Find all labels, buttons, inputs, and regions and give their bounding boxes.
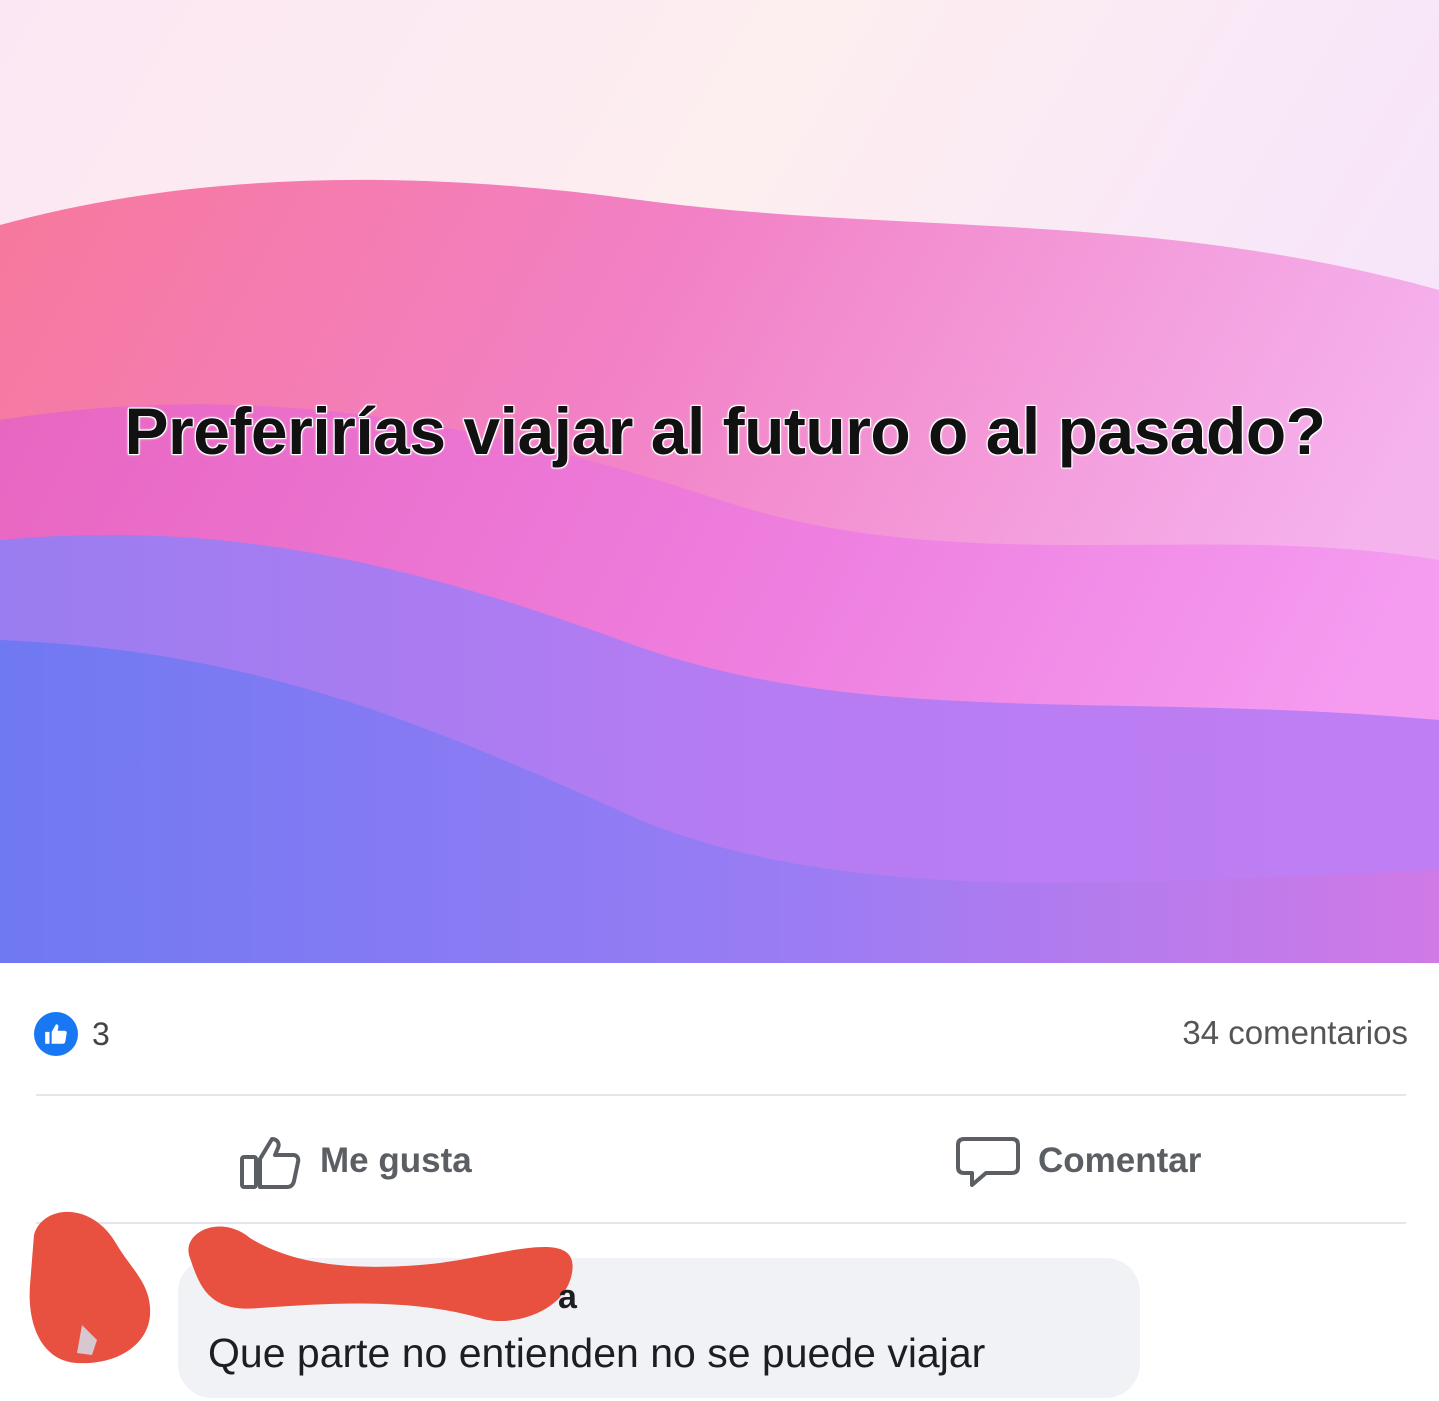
reactions-summary: 3 34 comentarios bbox=[34, 1008, 1408, 1058]
comment-text: Que parte no entienden no se puede viaja… bbox=[208, 1330, 986, 1376]
like-button[interactable]: Me gusta bbox=[238, 1128, 472, 1194]
comment-author-redacted[interactable]: a bbox=[180, 1218, 580, 1338]
redacted-avatar-icon bbox=[29, 1211, 151, 1364]
divider bbox=[36, 1094, 1406, 1096]
post-question-text: Preferirías viajar al futuro o al pasado… bbox=[124, 394, 1326, 468]
redaction-mark: a bbox=[188, 1226, 578, 1321]
comments-count-link[interactable]: 34 comentarios bbox=[1182, 1014, 1408, 1052]
thumbs-up-icon[interactable] bbox=[34, 1012, 78, 1056]
speech-bubble-icon bbox=[956, 1137, 1020, 1187]
avatar[interactable] bbox=[22, 1205, 154, 1367]
like-button-label: Me gusta bbox=[320, 1141, 472, 1180]
comment-author-partial: a bbox=[558, 1278, 578, 1316]
like-count[interactable]: 3 bbox=[92, 1016, 110, 1053]
comment-button[interactable]: Comentar bbox=[956, 1128, 1201, 1194]
comment-button-label: Comentar bbox=[1038, 1141, 1202, 1180]
thumbs-up-outline-icon bbox=[240, 1137, 301, 1189]
